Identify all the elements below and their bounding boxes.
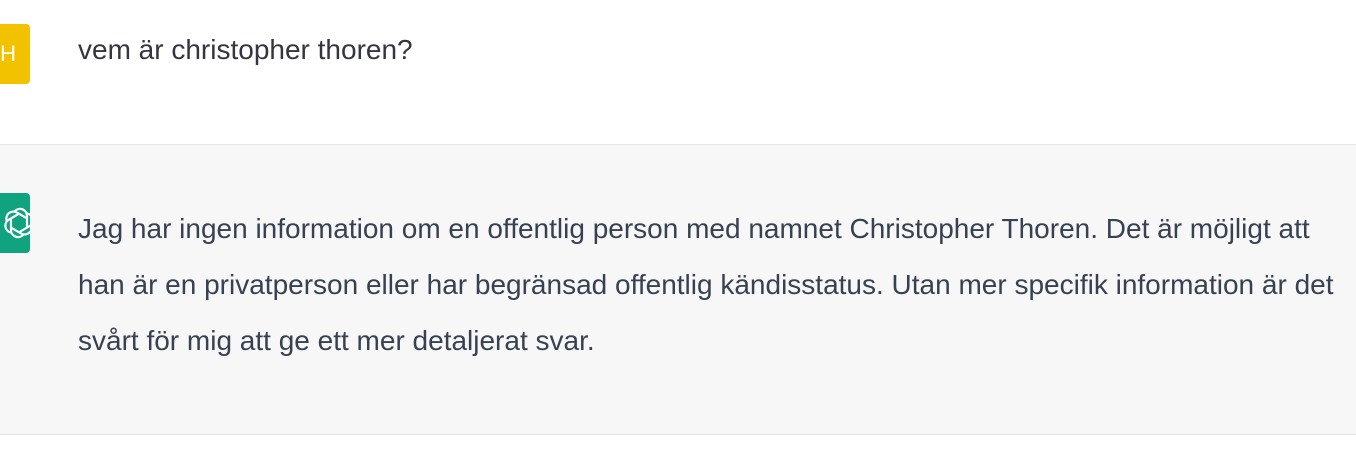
assistant-message-row: Jag har ingen information om en offentli… bbox=[0, 145, 1356, 435]
assistant-avatar bbox=[0, 193, 30, 253]
user-message-row: H vem är christopher thoren? bbox=[0, 0, 1356, 145]
user-message-text: vem är christopher thoren? bbox=[78, 34, 413, 65]
assistant-message-paragraph: Jag har ingen information om en offentli… bbox=[78, 213, 1334, 356]
openai-logo-icon bbox=[4, 207, 30, 239]
bottom-spacer bbox=[0, 436, 1356, 452]
user-avatar: H bbox=[0, 24, 30, 84]
user-avatar-letter: H bbox=[0, 41, 16, 66]
assistant-message-text: Jag har ingen information om en offentli… bbox=[78, 201, 1346, 369]
